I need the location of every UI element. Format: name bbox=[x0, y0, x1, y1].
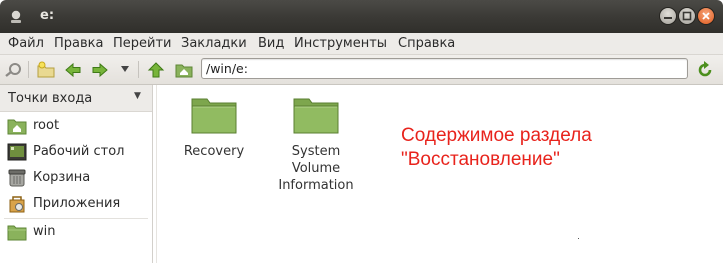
file-item-system-volume-information[interactable]: System Volume Information bbox=[266, 95, 366, 194]
file-label: Recovery bbox=[183, 144, 245, 159]
chevron-down-icon[interactable]: ▼ bbox=[134, 91, 141, 101]
sidebar-item-label: root bbox=[33, 118, 60, 133]
annotation-line: Содержимое раздела bbox=[401, 125, 592, 146]
annotation-text: Содержимое раздела "Восстановление" bbox=[401, 124, 592, 172]
sidebar-item-label: win bbox=[33, 224, 56, 239]
up-arrow-icon[interactable] bbox=[146, 60, 166, 80]
address-bar[interactable]: /win/e: bbox=[201, 58, 688, 79]
toolbar-separator bbox=[138, 61, 139, 78]
history-dropdown-icon[interactable] bbox=[120, 64, 130, 74]
file-label-line: Information bbox=[278, 178, 354, 193]
refresh-icon[interactable] bbox=[695, 60, 715, 80]
folder-icon bbox=[7, 223, 27, 241]
speck bbox=[578, 238, 579, 239]
home-folder-icon bbox=[7, 117, 27, 135]
menu-file[interactable]: Файл bbox=[8, 36, 44, 51]
sidebar-item-trash[interactable]: Корзина bbox=[0, 166, 150, 190]
menu-help[interactable]: Справка bbox=[398, 36, 455, 51]
folder-icon bbox=[292, 95, 340, 135]
pane-divider bbox=[156, 85, 157, 263]
file-label: System Volume Information bbox=[266, 143, 366, 194]
folder-icon bbox=[190, 95, 238, 135]
sidebar: Точки входа ▼ root Рабочий стол Корзина … bbox=[0, 85, 153, 263]
sidebar-divider bbox=[4, 218, 148, 219]
home-folder-icon[interactable] bbox=[174, 60, 194, 80]
sidebar-item-applications[interactable]: Приложения bbox=[0, 192, 150, 216]
file-label-line: Volume bbox=[291, 161, 341, 176]
new-folder-icon[interactable] bbox=[36, 60, 56, 80]
sidebar-item-label: Рабочий стол bbox=[33, 144, 125, 159]
file-item-recovery[interactable]: Recovery bbox=[164, 95, 264, 160]
app-icon[interactable] bbox=[8, 9, 24, 25]
menu-bar: Файл Правка Перейти Закладки Вид Инструм… bbox=[0, 33, 723, 55]
file-label-line: System bbox=[291, 144, 341, 159]
search-icon[interactable] bbox=[4, 60, 24, 80]
window-title: e: bbox=[40, 8, 55, 23]
sidebar-header[interactable]: Точки входа ▼ bbox=[0, 85, 152, 112]
menu-go[interactable]: Перейти bbox=[113, 36, 172, 51]
sidebar-item-win[interactable]: win bbox=[0, 220, 150, 244]
sidebar-item-label: Корзина bbox=[33, 170, 91, 185]
sidebar-item-root[interactable]: root bbox=[0, 114, 150, 138]
menu-view[interactable]: Вид bbox=[258, 36, 284, 51]
menu-tools[interactable]: Инструменты bbox=[294, 36, 387, 51]
applications-icon bbox=[7, 195, 27, 213]
sidebar-item-desktop[interactable]: Рабочий стол bbox=[0, 140, 150, 164]
trash-icon bbox=[7, 169, 27, 187]
title-bar: e: bbox=[0, 0, 723, 33]
close-button[interactable] bbox=[698, 8, 714, 24]
desktop-icon bbox=[7, 143, 27, 161]
forward-arrow-icon[interactable] bbox=[90, 60, 110, 80]
sidebar-item-label: Приложения bbox=[33, 196, 121, 211]
sidebar-header-label: Точки входа bbox=[8, 91, 93, 106]
annotation-line: "Восстановление" bbox=[401, 149, 560, 170]
maximize-button[interactable] bbox=[679, 8, 695, 24]
toolbar-separator bbox=[28, 61, 29, 78]
menu-bookmarks[interactable]: Закладки bbox=[181, 36, 247, 51]
back-arrow-icon[interactable] bbox=[63, 60, 83, 80]
toolbar: /win/e: bbox=[0, 55, 723, 85]
minimize-button[interactable] bbox=[660, 8, 676, 24]
menu-edit[interactable]: Правка bbox=[54, 36, 103, 51]
